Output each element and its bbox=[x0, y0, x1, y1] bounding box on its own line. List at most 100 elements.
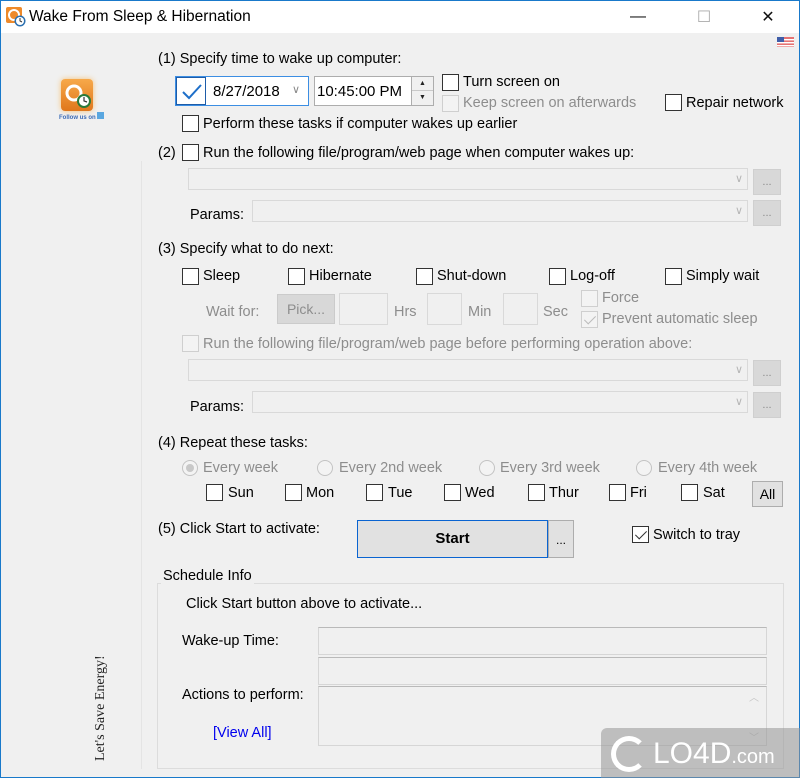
every-2nd-week-label: Every 2nd week bbox=[339, 460, 443, 476]
every-2nd-week-radio[interactable] bbox=[317, 460, 333, 476]
chevron-down-icon[interactable]: ∨ bbox=[735, 172, 743, 185]
start-options-button[interactable]: ... bbox=[548, 520, 574, 558]
day-tue-checkbox[interactable] bbox=[366, 484, 383, 501]
every-4th-week-radio[interactable] bbox=[636, 460, 652, 476]
slogan-text: Let's Save Energy! bbox=[93, 655, 108, 761]
force-checkbox[interactable] bbox=[581, 290, 598, 307]
hours-input[interactable] bbox=[339, 293, 388, 325]
turn-screen-on-label: Turn screen on bbox=[463, 74, 560, 90]
repair-network-checkbox[interactable] bbox=[665, 94, 682, 111]
day-fri-label: Fri bbox=[630, 485, 647, 501]
wakeup-time-field bbox=[318, 627, 767, 655]
us-flag-icon[interactable] bbox=[777, 37, 794, 47]
day-sat-checkbox[interactable] bbox=[681, 484, 698, 501]
date-enabled-checkbox[interactable] bbox=[176, 77, 206, 105]
perform-if-earlier-checkbox[interactable] bbox=[182, 115, 199, 132]
minutes-input[interactable] bbox=[427, 293, 462, 325]
min-label: Min bbox=[468, 304, 492, 320]
wake-file-browse-button[interactable]: ... bbox=[753, 169, 781, 195]
follow-us-link[interactable]: Follow us on bbox=[59, 112, 105, 121]
run-on-wake-checkbox[interactable] bbox=[182, 144, 199, 161]
schedule-status: Click Start button above to activate... bbox=[186, 596, 423, 612]
wake-file-combo[interactable]: ∨ bbox=[188, 168, 748, 190]
seconds-input[interactable] bbox=[503, 293, 538, 325]
logoff-checkbox[interactable] bbox=[549, 268, 566, 285]
minimize-button[interactable]: — bbox=[615, 1, 661, 33]
maximize-button[interactable]: ☐ bbox=[681, 1, 727, 33]
clock-icon bbox=[65, 84, 91, 108]
day-thur-label: Thur bbox=[549, 485, 579, 501]
day-sun-checkbox[interactable] bbox=[206, 484, 223, 501]
schedule-info-title: Schedule Info bbox=[161, 568, 254, 584]
day-tue-label: Tue bbox=[388, 485, 413, 501]
section3-heading: (3) Specify what to do next: bbox=[158, 241, 334, 257]
wakeup-time-label: Wake-up Time: bbox=[182, 633, 279, 649]
before-file-combo[interactable]: ∨ bbox=[188, 359, 748, 381]
date-value: 8/27/2018 bbox=[213, 83, 280, 100]
run-before-checkbox[interactable] bbox=[182, 335, 199, 352]
switch-to-tray-checkbox[interactable] bbox=[632, 526, 649, 543]
every-week-radio[interactable] bbox=[182, 460, 198, 476]
start-button[interactable]: Start bbox=[357, 520, 548, 558]
pick-button[interactable]: Pick... bbox=[277, 294, 335, 324]
time-spinner[interactable]: ▲ ▼ bbox=[411, 76, 434, 106]
close-icon: ✕ bbox=[761, 9, 775, 26]
day-fri-checkbox[interactable] bbox=[609, 484, 626, 501]
turn-screen-on-checkbox[interactable] bbox=[442, 74, 459, 91]
minimize-icon: — bbox=[630, 8, 646, 25]
all-days-button[interactable]: All bbox=[752, 481, 783, 507]
spin-up-icon[interactable]: ▲ bbox=[412, 77, 433, 91]
wake-params-combo[interactable]: ∨ bbox=[252, 200, 748, 222]
simply-wait-label: Simply wait bbox=[686, 268, 760, 284]
every-3rd-week-radio[interactable] bbox=[479, 460, 495, 476]
day-mon-label: Mon bbox=[306, 485, 335, 501]
every-week-label: Every week bbox=[203, 460, 278, 476]
sidebar-divider bbox=[141, 161, 142, 769]
section5-heading: (5) Click Start to activate: bbox=[158, 521, 320, 537]
wait-for-label: Wait for: bbox=[206, 304, 260, 320]
before-file-browse-button[interactable]: ... bbox=[753, 360, 781, 386]
scroll-up-icon[interactable]: ︿ bbox=[749, 689, 759, 704]
lo4d-logo-icon bbox=[611, 736, 647, 772]
wake-params-label: Params: bbox=[190, 207, 244, 223]
simply-wait-checkbox[interactable] bbox=[665, 268, 682, 285]
maximize-icon: ☐ bbox=[696, 9, 712, 26]
hibernate-label: Hibernate bbox=[309, 268, 372, 284]
prevent-sleep-checkbox[interactable] bbox=[581, 311, 598, 328]
app-icon bbox=[6, 7, 26, 27]
view-all-link[interactable]: [View All] bbox=[213, 725, 272, 741]
repair-network-label: Repair network bbox=[686, 95, 784, 111]
before-params-browse-button[interactable]: ... bbox=[753, 392, 781, 418]
actions-to-perform-label: Actions to perform: bbox=[182, 687, 304, 703]
app-window: Wake From Sleep & Hibernation — ☐ ✕ Foll… bbox=[0, 0, 800, 778]
section1-heading: (1) Specify time to wake up computer: bbox=[158, 51, 402, 67]
spin-down-icon[interactable]: ▼ bbox=[412, 91, 433, 105]
close-button[interactable]: ✕ bbox=[745, 1, 791, 33]
before-params-label: Params: bbox=[190, 399, 244, 415]
force-label: Force bbox=[602, 290, 640, 306]
day-thur-checkbox[interactable] bbox=[528, 484, 545, 501]
lo4d-watermark: LO4D.com bbox=[601, 728, 800, 778]
app-logo-icon[interactable] bbox=[61, 79, 93, 111]
chevron-down-icon[interactable]: ∨ bbox=[292, 83, 300, 96]
hrs-label: Hrs bbox=[394, 304, 417, 320]
day-wed-label: Wed bbox=[465, 485, 495, 501]
run-before-label: Run the following file/program/web page … bbox=[203, 336, 693, 352]
day-wed-checkbox[interactable] bbox=[444, 484, 461, 501]
day-mon-checkbox[interactable] bbox=[285, 484, 302, 501]
shutdown-label: Shut-down bbox=[437, 268, 507, 284]
before-params-combo[interactable]: ∨ bbox=[252, 391, 748, 413]
chevron-down-icon[interactable]: ∨ bbox=[735, 395, 743, 408]
section2-number: (2) bbox=[158, 145, 176, 161]
sleep-checkbox[interactable] bbox=[182, 268, 199, 285]
sec-label: Sec bbox=[543, 304, 568, 320]
wake-date-picker[interactable]: 8/27/2018 ∨ bbox=[175, 76, 309, 106]
wake-params-browse-button[interactable]: ... bbox=[753, 200, 781, 226]
shutdown-checkbox[interactable] bbox=[416, 268, 433, 285]
chevron-down-icon[interactable]: ∨ bbox=[735, 363, 743, 376]
prevent-sleep-label: Prevent automatic sleep bbox=[602, 311, 758, 327]
chevron-down-icon[interactable]: ∨ bbox=[735, 204, 743, 217]
keep-screen-on-checkbox[interactable] bbox=[442, 95, 459, 112]
sleep-label: Sleep bbox=[203, 268, 241, 284]
hibernate-checkbox[interactable] bbox=[288, 268, 305, 285]
